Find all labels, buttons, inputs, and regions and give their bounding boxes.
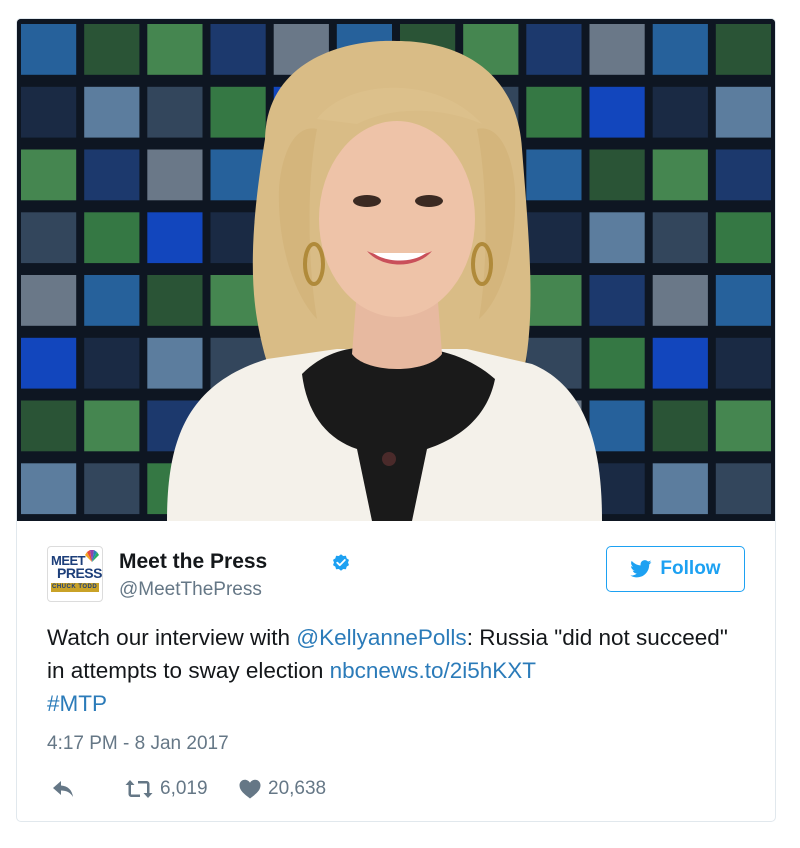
tweet-timestamp[interactable]: 4:17 PM - 8 Jan 2017 [47,733,229,755]
mention-link[interactable]: @KellyannePolls [296,625,466,650]
avatar-text-press: PRESS [57,565,102,581]
twitter-bird-icon [630,560,652,578]
url-link[interactable]: nbcnews.to/2i5hKXT [330,658,536,683]
reply-icon [53,781,73,797]
follow-label: Follow [660,558,721,579]
hashtag-link[interactable]: #MTP [47,691,107,716]
retweet-count: 6,019 [160,778,208,799]
nbc-peacock-icon [85,550,99,562]
heart-icon [239,779,261,799]
like-button[interactable]: 20,638 [239,775,326,803]
verified-badge-icon [333,554,349,571]
reply-button[interactable] [51,775,75,803]
tweet-text: Watch our interview with @KellyannePolls… [47,621,747,720]
avatar[interactable]: MEET PRESS CHUCK TODD [47,546,103,602]
tweet-card: MEET PRESS CHUCK TODD Meet the Press @Me… [16,18,776,822]
retweet-icon [125,780,153,798]
tweet-text-part: Watch our interview with [47,625,297,650]
avatar-text-host: CHUCK TODD [52,584,98,590]
anchor-figure [167,40,602,521]
tweet-actions: 6,019 20,638 [47,775,447,803]
author-handle[interactable]: @MeetThePress [119,579,262,601]
follow-button[interactable]: Follow [606,546,745,592]
like-count: 20,638 [268,778,327,799]
author-name[interactable]: Meet the Press [119,550,267,574]
tweet-photo[interactable] [17,19,775,521]
retweet-button[interactable]: 6,019 [125,775,208,803]
